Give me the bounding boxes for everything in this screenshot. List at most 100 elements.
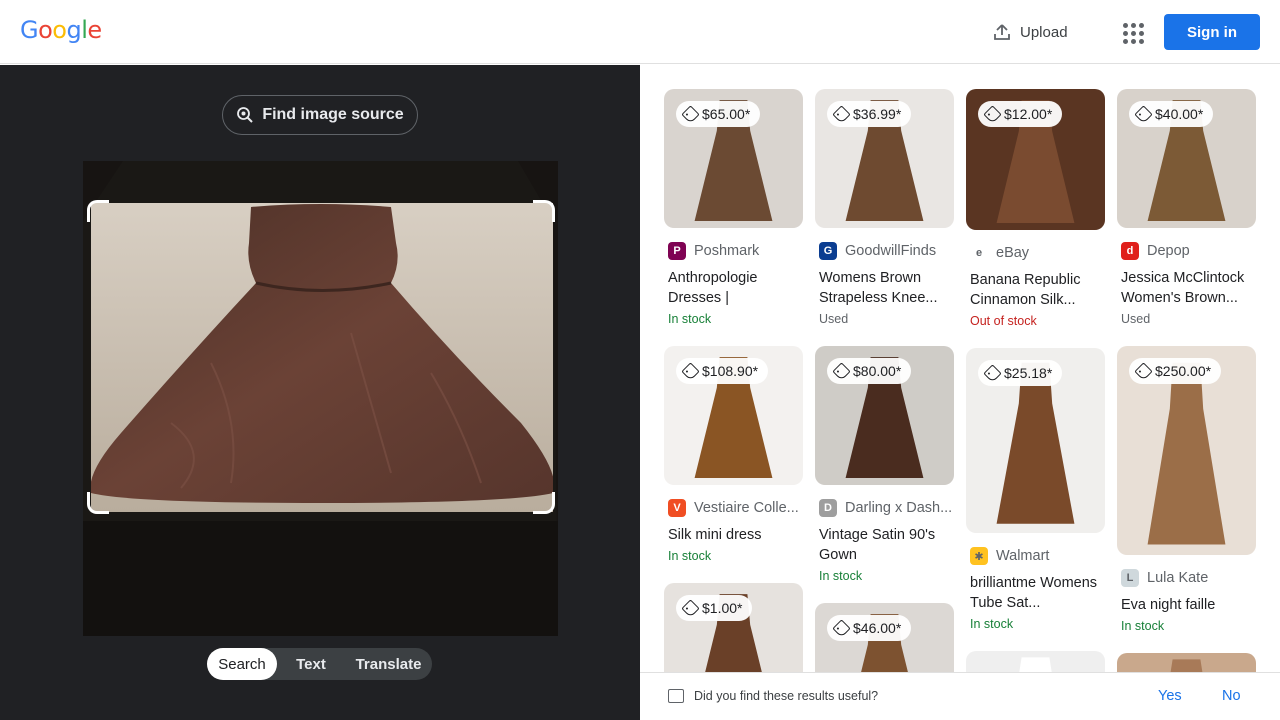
feedback-bar: Did you find these results useful? Yes N…: [640, 672, 1280, 720]
product-image: [1170, 659, 1203, 672]
lens-search-icon: [237, 107, 254, 123]
crop-handle-bottom-right[interactable]: [533, 492, 555, 514]
result-thumbnail[interactable]: $108.90*: [664, 346, 803, 485]
crop-handle-top-right[interactable]: [533, 200, 555, 222]
stock-status: In stock: [1121, 619, 1165, 633]
find-image-source-button[interactable]: Find image source: [222, 95, 418, 135]
stock-status: In stock: [668, 312, 712, 326]
site-favicon-icon: V: [668, 499, 686, 517]
lens-mode-switcher: Search Text Translate: [207, 648, 432, 680]
price-badge: $12.00*: [978, 101, 1063, 127]
result-thumbnail[interactable]: $12.00*: [966, 89, 1105, 230]
result-thumbnail[interactable]: $80.00*: [815, 346, 954, 485]
result-source[interactable]: G GoodwillFinds: [815, 242, 954, 260]
upload-label: Upload: [1020, 23, 1068, 41]
result-thumbnail[interactable]: $65.00*: [664, 89, 803, 228]
result-card[interactable]: $46.00*: [815, 603, 954, 672]
result-card[interactable]: $36.99* G GoodwillFinds Womens Brown Strape…: [815, 89, 954, 326]
stock-status: In stock: [668, 549, 712, 563]
logo-letter: g: [66, 16, 82, 44]
result-source[interactable]: P Poshmark: [664, 242, 803, 260]
site-favicon-icon: G: [819, 242, 837, 260]
find-image-source-label: Find image source: [262, 106, 404, 123]
result-card[interactable]: $12.00* e eBay Banana Republic Cinnamon Sil…: [966, 89, 1105, 328]
result-card[interactable]: $1.00*: [664, 583, 803, 672]
site-favicon-icon: D: [819, 499, 837, 517]
result-title[interactable]: Vintage Satin 90's Gown: [815, 525, 954, 565]
result-card[interactable]: [1117, 653, 1256, 672]
product-image: [1019, 657, 1052, 672]
result-title[interactable]: brilliantme Womens Tube Sat...: [966, 573, 1105, 613]
result-title[interactable]: Womens Brown Strapeless Knee...: [815, 268, 954, 308]
result-thumbnail[interactable]: $250.00*: [1117, 346, 1256, 555]
top-bar: Google Upload Sign in: [0, 0, 1280, 64]
result-thumbnail[interactable]: $46.00*: [815, 603, 954, 672]
crop-region[interactable]: [91, 203, 553, 512]
source-name: Depop: [1147, 243, 1190, 259]
tab-search[interactable]: Search: [207, 648, 277, 680]
price-badge: $65.00*: [676, 101, 761, 127]
result-title[interactable]: Silk mini dress: [664, 525, 803, 545]
site-favicon-icon: e: [970, 244, 988, 262]
source-name: eBay: [996, 245, 1030, 261]
price-text: $80.00*: [853, 363, 902, 379]
result-card[interactable]: $108.90* V Vestiaire Colle... Silk mini dre…: [664, 346, 803, 563]
result-thumbnail[interactable]: [1117, 653, 1256, 672]
price-badge: $46.00*: [827, 615, 912, 641]
upload-button[interactable]: Upload: [992, 18, 1068, 46]
price-tag-icon: [832, 618, 851, 638]
result-card[interactable]: $80.00* D Darling x Dash... Vintage Satin 9…: [815, 346, 954, 583]
stock-status: Out of stock: [970, 314, 1037, 328]
site-favicon-icon: P: [668, 242, 686, 260]
site-favicon-icon: d: [1121, 242, 1139, 260]
result-source[interactable]: d Depop: [1117, 242, 1256, 260]
tab-translate[interactable]: Translate: [345, 648, 432, 680]
feedback-yes-button[interactable]: Yes: [1158, 688, 1182, 704]
stock-status: Used: [819, 312, 849, 326]
google-logo[interactable]: Google: [20, 16, 102, 44]
price-text: $1.00*: [702, 600, 743, 616]
price-tag-icon: [832, 104, 851, 124]
site-favicon-icon: ✱: [970, 547, 988, 565]
result-card[interactable]: $25.18* ✱ Walmart brilliantme Womens Tube S…: [966, 348, 1105, 631]
result-thumbnail[interactable]: $25.18*: [966, 348, 1105, 533]
price-badge: $1.00*: [676, 595, 753, 621]
result-card[interactable]: $250.00* L Lula Kate Eva night faille In sto…: [1117, 346, 1256, 633]
result-source[interactable]: e eBay: [966, 244, 1105, 262]
result-source[interactable]: V Vestiaire Colle...: [664, 499, 803, 517]
tab-text[interactable]: Text: [277, 648, 345, 680]
result-source[interactable]: L Lula Kate: [1117, 569, 1256, 587]
price-text: $65.00*: [702, 106, 751, 122]
price-tag-icon: [681, 598, 700, 618]
price-tag-icon: [832, 361, 851, 381]
sign-in-button[interactable]: Sign in: [1164, 14, 1260, 50]
result-card[interactable]: $40.00* d Depop Jessica McClintock Women's …: [1117, 89, 1256, 326]
price-tag-icon: [983, 363, 1002, 383]
apps-grid-icon[interactable]: [1118, 18, 1146, 46]
price-badge: $40.00*: [1129, 101, 1214, 127]
result-title[interactable]: Jessica McClintock Women's Brown...: [1117, 268, 1256, 308]
result-source[interactable]: D Darling x Dash...: [815, 499, 954, 517]
result-title[interactable]: Anthropologie Dresses |: [664, 268, 803, 308]
price-tag-icon: [1134, 361, 1153, 381]
result-thumbnail[interactable]: $1.00*: [664, 583, 803, 672]
stock-status: Used: [1121, 312, 1151, 326]
feedback-no-button[interactable]: No: [1222, 688, 1241, 704]
result-title[interactable]: Banana Republic Cinnamon Silk...: [966, 270, 1105, 310]
result-thumbnail[interactable]: $36.99*: [815, 89, 954, 228]
result-card[interactable]: $65.00* P Poshmark Anthropologie Dresses | I…: [664, 89, 803, 326]
result-thumbnail[interactable]: $40.00*: [1117, 89, 1256, 228]
result-thumbnail[interactable]: [966, 651, 1105, 672]
price-text: $25.18*: [1004, 365, 1053, 381]
upload-icon: [994, 24, 1010, 40]
result-card[interactable]: [966, 651, 1105, 672]
result-source[interactable]: ✱ Walmart: [966, 547, 1105, 565]
logo-letter: o: [52, 16, 67, 44]
source-name: Lula Kate: [1147, 570, 1209, 586]
price-badge: $36.99*: [827, 101, 912, 127]
result-title[interactable]: Eva night faille: [1117, 595, 1256, 615]
price-tag-icon: [1134, 104, 1153, 124]
crop-handle-top-left[interactable]: [87, 200, 109, 222]
crop-handle-bottom-left[interactable]: [87, 492, 109, 514]
price-tag-icon: [983, 104, 1002, 124]
